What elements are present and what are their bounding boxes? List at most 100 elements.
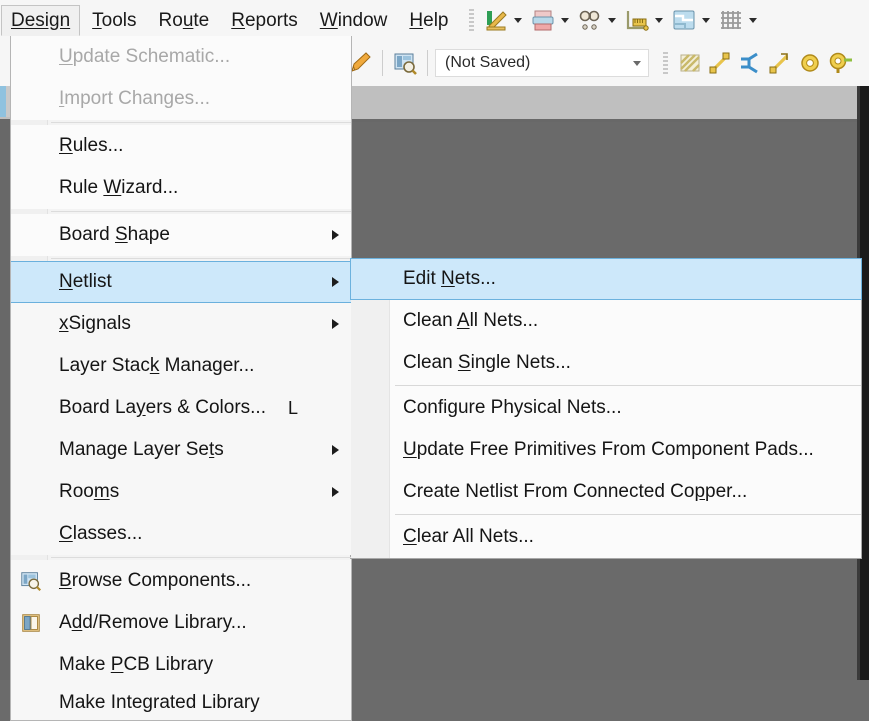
submenu-label-clean-all-nets: Clean All Nets... [403,310,539,331]
menubar-label-route: Route [158,9,210,31]
design-rule-check-icon[interactable] [483,7,509,33]
menu-separator-3 [51,258,351,259]
chevron-right-icon-xsignals [332,319,339,329]
menu-label-rule-wizard: Rule Wizard... [59,177,179,198]
layer-stack-icon[interactable] [671,7,697,33]
toolbar-drag-handle-2[interactable] [663,52,668,74]
submenu-label-clear-all-nets: Clear All Nets... [403,526,534,547]
toolbar-separator-1 [382,50,383,76]
menu-item-board-layers-colors[interactable]: Board Layers & Colors... L [11,387,351,429]
submenu-label-create-netlist-from-copper: Create Netlist From Connected Copper... [403,481,748,502]
submenu-label-configure-physical-nets: Configure Physical Nets... [403,397,622,418]
menu-bar: Design Tools Route Reports Window Help [0,0,869,40]
submenu-item-edit-nets[interactable]: Edit Nets... [350,258,862,300]
menubar-label-help: Help [409,9,449,31]
place-pad-icon[interactable] [827,50,853,76]
menu-item-rule-wizard[interactable]: Rule Wizard... [11,167,351,209]
menubar-item-design[interactable]: Design [1,4,81,36]
menu-item-rules[interactable]: Rules... [11,125,351,167]
netlist-submenu: Edit Nets... Clean All Nets... Clean Sin… [350,258,862,559]
netlist-submenu-items: Edit Nets... Clean All Nets... Clean Sin… [350,258,862,558]
menubar-item-window[interactable]: Window [310,5,398,36]
chevron-down-icon-drc[interactable] [511,7,524,33]
browse-components-icon[interactable] [392,50,418,76]
menu-label-layer-stack-manager: Layer Stack Manager... [59,355,255,376]
menubar-label-tools: Tools [92,9,137,31]
menubar-item-help[interactable]: Help [399,5,458,36]
menubar-item-route[interactable]: Route [149,5,220,36]
menu-item-make-integrated-library[interactable]: Make Integrated Library [11,686,351,720]
menu-item-add-remove-library[interactable]: Add/Remove Library... [11,602,351,644]
find-similar-objects-icon[interactable] [577,7,603,33]
interactive-routing-icon[interactable] [707,50,733,76]
toolbar-drag-handle[interactable] [469,9,475,31]
chevron-right-icon-manage-layer-sets [332,445,339,455]
chevron-right-icon-board-shape [332,230,339,240]
chevron-down-icon-layerstack[interactable] [699,7,712,33]
submenu-item-clear-all-nets[interactable]: Clear All Nets... [351,516,861,558]
submenu-label-edit-nets: Edit Nets... [403,268,496,289]
chevron-down-icon-combo[interactable] [633,59,642,68]
menubar-label-reports: Reports [231,9,298,31]
menubar-item-tools[interactable]: Tools [82,5,146,36]
menu-label-browse-components: Browse Components... [59,570,252,591]
menu-item-import-changes[interactable]: Import Changes... [11,78,351,120]
submenu-label-update-free-primitives: Update Free Primitives From Component Pa… [403,439,814,460]
menubar-label-window: Window [319,9,388,31]
pcb-config-value: (Not Saved) [445,54,531,71]
printer-icon[interactable] [530,7,556,33]
submenu-separator-2 [395,514,861,515]
menu-label-xsignals: xSignals [59,313,131,334]
chevron-down-icon-grid[interactable] [746,7,759,33]
toolbar-separator-2 [427,50,428,76]
menubar-item-reports[interactable]: Reports [221,5,308,36]
menu-item-classes[interactable]: Classes... [11,513,351,555]
menu-label-rules: Rules... [59,135,124,156]
submenu-item-configure-physical-nets[interactable]: Configure Physical Nets... [351,387,861,429]
grid-icon[interactable] [718,7,744,33]
differential-pair-routing-icon[interactable] [737,50,763,76]
menu-label-make-pcb-library: Make PCB Library [59,654,214,675]
menu-label-import-changes: Import Changes... [59,88,211,109]
menu-label-update-schematic: Update Schematic... [59,46,231,67]
submenu-item-update-free-primitives[interactable]: Update Free Primitives From Component Pa… [351,429,861,471]
library-icon [19,611,43,635]
menu-label-make-integrated-library: Make Integrated Library [59,692,260,713]
menu-separator-4 [51,557,351,558]
place-via-icon[interactable] [797,50,823,76]
submenu-label-clean-single-nets: Clean Single Nets... [403,352,571,373]
browse-components-icon [19,569,43,593]
measure-ruler-icon[interactable] [624,7,650,33]
interactive-length-tuning-icon[interactable] [767,50,793,76]
chevron-right-icon-netlist [332,277,339,287]
menu-label-board-layers-colors: Board Layers & Colors... [59,397,266,418]
pcb-config-combobox[interactable]: (Not Saved) [435,49,649,77]
menu-separator-2 [51,211,351,212]
menu-item-board-shape[interactable]: Board Shape [11,214,351,256]
menu-label-add-remove-library: Add/Remove Library... [59,612,247,633]
menu-item-netlist[interactable]: Netlist [11,261,351,303]
submenu-separator-1 [395,385,861,386]
menu-item-rooms[interactable]: Rooms [11,471,351,513]
menu-label-manage-layer-sets: Manage Layer Sets [59,439,224,460]
chevron-right-icon-rooms [332,487,339,497]
chevron-down-icon-print[interactable] [558,7,571,33]
menu-label-netlist: Netlist [59,271,112,292]
menu-item-update-schematic[interactable]: Update Schematic... [11,36,351,78]
submenu-item-clean-all-nets[interactable]: Clean All Nets... [351,300,861,342]
menu-separator-1 [51,122,351,123]
submenu-item-create-netlist-from-copper[interactable]: Create Netlist From Connected Copper... [351,471,861,513]
chevron-down-icon-find[interactable] [605,7,618,33]
menu-accel-board-layers-colors: L [288,397,299,418]
submenu-item-clean-single-nets[interactable]: Clean Single Nets... [351,342,861,384]
menu-label-rooms: Rooms [59,481,120,502]
design-menu-items: Update Schematic... Import Changes... Ru… [11,36,351,720]
menu-label-board-shape: Board Shape [59,224,170,245]
menu-item-layer-stack-manager[interactable]: Layer Stack Manager... [11,345,351,387]
menu-item-manage-layer-sets[interactable]: Manage Layer Sets [11,429,351,471]
chevron-down-icon-measure[interactable] [652,7,665,33]
menu-item-browse-components[interactable]: Browse Components... [11,560,351,602]
polygon-pour-icon[interactable] [677,50,703,76]
menu-item-xsignals[interactable]: xSignals [11,303,351,345]
design-dropdown-menu: Update Schematic... Import Changes... Ru… [10,36,352,721]
